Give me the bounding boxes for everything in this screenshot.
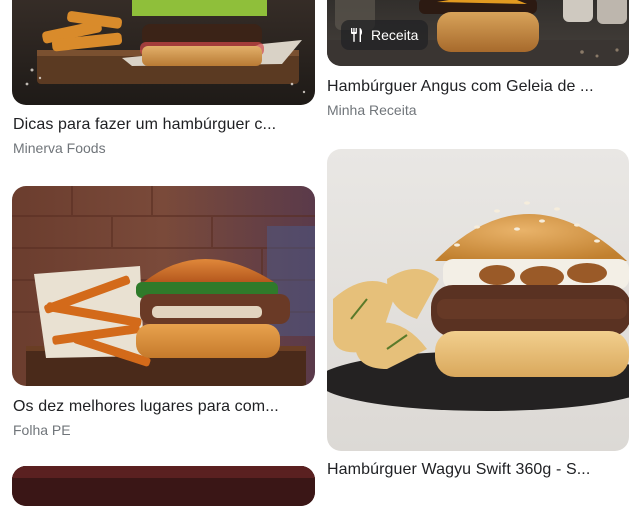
result-image-5[interactable]	[12, 466, 315, 506]
result-title-1[interactable]: Dicas para fazer um hambúrguer c...	[13, 116, 313, 134]
result-image-2[interactable]: Receita	[327, 0, 629, 66]
result-image-1[interactable]	[12, 0, 315, 105]
result-title-3[interactable]: Os dez melhores lugares para com...	[13, 398, 313, 416]
result-image-4[interactable]	[327, 149, 629, 451]
result-image-3[interactable]	[12, 186, 315, 386]
cutlery-icon	[349, 27, 365, 43]
result-title-2[interactable]: Hambúrguer Angus com Geleia de ...	[327, 78, 629, 96]
result-source-2: Minha Receita	[327, 102, 417, 118]
result-title-4[interactable]: Hambúrguer Wagyu Swift 360g - S...	[327, 461, 629, 479]
result-source-3: Folha PE	[13, 422, 71, 438]
result-source-1: Minerva Foods	[13, 140, 106, 156]
recipe-badge-label: Receita	[371, 27, 419, 43]
recipe-badge: Receita	[341, 20, 429, 50]
